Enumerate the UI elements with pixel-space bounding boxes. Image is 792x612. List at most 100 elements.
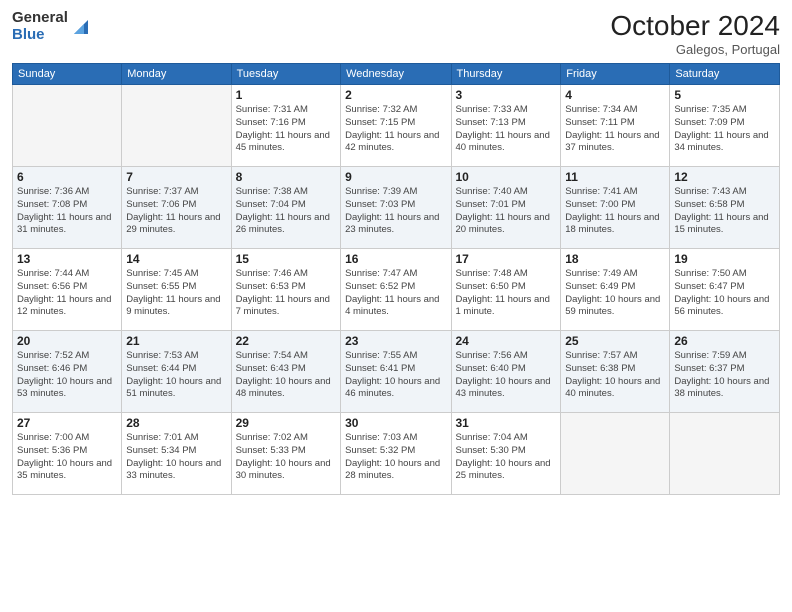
col-sunday: Sunday <box>13 64 122 85</box>
day-number: 30 <box>345 416 446 430</box>
day-number: 8 <box>236 170 337 184</box>
col-friday: Friday <box>561 64 670 85</box>
col-wednesday: Wednesday <box>341 64 451 85</box>
calendar-week-row: 6 Sunrise: 7:36 AM Sunset: 7:08 PM Daylig… <box>13 167 780 249</box>
calendar-cell: 21Sunrise: 7:53 AM Sunset: 6:44 PM Dayli… <box>122 331 231 413</box>
calendar-cell: 16Sunrise: 7:47 AM Sunset: 6:52 PM Dayli… <box>341 249 451 331</box>
day-number: 6 <box>17 170 117 184</box>
day-number: 21 <box>126 334 226 348</box>
calendar-cell: 29 Sunrise: 7:02 AM Sunset: 5:33 PM Dayli… <box>231 413 341 495</box>
calendar-cell <box>670 413 780 495</box>
calendar-cell: 10Sunrise: 7:40 AM Sunset: 7:01 PM Dayli… <box>451 167 561 249</box>
day-number: 4 <box>565 88 665 102</box>
day-info: Sunrise: 7:52 AM Sunset: 6:46 PM Dayligh… <box>17 350 117 401</box>
calendar-cell <box>13 85 122 167</box>
day-number: 23 <box>345 334 446 348</box>
day-number: 13 <box>17 252 117 266</box>
day-number: 1 <box>236 88 337 102</box>
calendar-cell: 23 Sunrise: 7:55 AM Sunset: 6:41 PM Dayli… <box>341 331 451 413</box>
calendar-cell: 27 Sunrise: 7:00 AM Sunset: 5:36 PM Dayli… <box>13 413 122 495</box>
col-saturday: Saturday <box>670 64 780 85</box>
logo: General Blue <box>12 10 92 43</box>
calendar-cell: 19 Sunrise: 7:50 AM Sunset: 6:47 PM Dayli… <box>670 249 780 331</box>
day-info: Sunrise: 7:03 AM Sunset: 5:32 PM Dayligh… <box>345 432 446 483</box>
day-info: Sunrise: 7:37 AM Sunset: 7:06 PM Dayligh… <box>126 186 226 237</box>
day-number: 22 <box>236 334 337 348</box>
calendar-cell: 8 Sunrise: 7:38 AM Sunset: 7:04 PM Daylig… <box>231 167 341 249</box>
page-header: General Blue October 2024 Galegos, Portu… <box>12 10 780 57</box>
calendar-cell: 4 Sunrise: 7:34 AM Sunset: 7:11 PM Daylig… <box>561 85 670 167</box>
calendar-cell: 5Sunrise: 7:35 AM Sunset: 7:09 PM Daylig… <box>670 85 780 167</box>
day-info: Sunrise: 7:44 AM Sunset: 6:56 PM Dayligh… <box>17 268 117 319</box>
day-number: 17 <box>456 252 557 266</box>
logo-general: General <box>12 10 68 27</box>
calendar-cell: 3 Sunrise: 7:33 AM Sunset: 7:13 PM Daylig… <box>451 85 561 167</box>
calendar-cell <box>561 413 670 495</box>
month-title: October 2024 <box>610 10 780 42</box>
logo-text: General Blue <box>12 10 68 43</box>
calendar-cell: 7 Sunrise: 7:37 AM Sunset: 7:06 PM Daylig… <box>122 167 231 249</box>
day-number: 28 <box>126 416 226 430</box>
calendar-cell: 24Sunrise: 7:56 AM Sunset: 6:40 PM Dayli… <box>451 331 561 413</box>
col-tuesday: Tuesday <box>231 64 341 85</box>
calendar-cell: 2Sunrise: 7:32 AM Sunset: 7:15 PM Daylig… <box>341 85 451 167</box>
calendar-cell: 14Sunrise: 7:45 AM Sunset: 6:55 PM Dayli… <box>122 249 231 331</box>
day-number: 27 <box>17 416 117 430</box>
day-number: 3 <box>456 88 557 102</box>
day-info: Sunrise: 7:04 AM Sunset: 5:30 PM Dayligh… <box>456 432 557 483</box>
day-info: Sunrise: 7:38 AM Sunset: 7:04 PM Dayligh… <box>236 186 337 237</box>
col-monday: Monday <box>122 64 231 85</box>
calendar-cell <box>122 85 231 167</box>
day-info: Sunrise: 7:39 AM Sunset: 7:03 PM Dayligh… <box>345 186 446 237</box>
day-number: 12 <box>674 170 775 184</box>
day-info: Sunrise: 7:00 AM Sunset: 5:36 PM Dayligh… <box>17 432 117 483</box>
day-info: Sunrise: 7:54 AM Sunset: 6:43 PM Dayligh… <box>236 350 337 401</box>
day-info: Sunrise: 7:34 AM Sunset: 7:11 PM Dayligh… <box>565 104 665 155</box>
day-number: 7 <box>126 170 226 184</box>
day-info: Sunrise: 7:57 AM Sunset: 6:38 PM Dayligh… <box>565 350 665 401</box>
calendar-header-row: Sunday Monday Tuesday Wednesday Thursday… <box>13 64 780 85</box>
day-number: 19 <box>674 252 775 266</box>
calendar-cell: 6 Sunrise: 7:36 AM Sunset: 7:08 PM Daylig… <box>13 167 122 249</box>
day-number: 25 <box>565 334 665 348</box>
title-section: October 2024 Galegos, Portugal <box>610 10 780 57</box>
day-number: 5 <box>674 88 775 102</box>
day-info: Sunrise: 7:50 AM Sunset: 6:47 PM Dayligh… <box>674 268 775 319</box>
day-info: Sunrise: 7:02 AM Sunset: 5:33 PM Dayligh… <box>236 432 337 483</box>
calendar-week-row: 1Sunrise: 7:31 AM Sunset: 7:16 PM Daylig… <box>13 85 780 167</box>
day-number: 29 <box>236 416 337 430</box>
calendar-cell: 9 Sunrise: 7:39 AM Sunset: 7:03 PM Daylig… <box>341 167 451 249</box>
day-info: Sunrise: 7:47 AM Sunset: 6:52 PM Dayligh… <box>345 268 446 319</box>
calendar-week-row: 13 Sunrise: 7:44 AM Sunset: 6:56 PM Dayli… <box>13 249 780 331</box>
day-number: 15 <box>236 252 337 266</box>
day-number: 9 <box>345 170 446 184</box>
day-info: Sunrise: 7:33 AM Sunset: 7:13 PM Dayligh… <box>456 104 557 155</box>
calendar-cell: 11Sunrise: 7:41 AM Sunset: 7:00 PM Dayli… <box>561 167 670 249</box>
calendar-cell: 18Sunrise: 7:49 AM Sunset: 6:49 PM Dayli… <box>561 249 670 331</box>
day-number: 26 <box>674 334 775 348</box>
calendar-cell: 30 Sunrise: 7:03 AM Sunset: 5:32 PM Dayli… <box>341 413 451 495</box>
day-number: 31 <box>456 416 557 430</box>
day-info: Sunrise: 7:49 AM Sunset: 6:49 PM Dayligh… <box>565 268 665 319</box>
logo-blue: Blue <box>12 27 68 44</box>
calendar-cell: 15 Sunrise: 7:46 AM Sunset: 6:53 PM Dayli… <box>231 249 341 331</box>
day-info: Sunrise: 7:36 AM Sunset: 7:08 PM Dayligh… <box>17 186 117 237</box>
day-info: Sunrise: 7:48 AM Sunset: 6:50 PM Dayligh… <box>456 268 557 319</box>
calendar-cell: 28 Sunrise: 7:01 AM Sunset: 5:34 PM Dayli… <box>122 413 231 495</box>
location: Galegos, Portugal <box>610 42 780 57</box>
calendar-cell: 20 Sunrise: 7:52 AM Sunset: 6:46 PM Dayli… <box>13 331 122 413</box>
col-thursday: Thursday <box>451 64 561 85</box>
calendar-week-row: 20 Sunrise: 7:52 AM Sunset: 6:46 PM Dayli… <box>13 331 780 413</box>
day-info: Sunrise: 7:55 AM Sunset: 6:41 PM Dayligh… <box>345 350 446 401</box>
calendar-cell: 1Sunrise: 7:31 AM Sunset: 7:16 PM Daylig… <box>231 85 341 167</box>
day-info: Sunrise: 7:59 AM Sunset: 6:37 PM Dayligh… <box>674 350 775 401</box>
day-number: 20 <box>17 334 117 348</box>
day-info: Sunrise: 7:46 AM Sunset: 6:53 PM Dayligh… <box>236 268 337 319</box>
calendar-cell: 22 Sunrise: 7:54 AM Sunset: 6:43 PM Dayli… <box>231 331 341 413</box>
day-number: 11 <box>565 170 665 184</box>
day-number: 24 <box>456 334 557 348</box>
day-info: Sunrise: 7:40 AM Sunset: 7:01 PM Dayligh… <box>456 186 557 237</box>
day-info: Sunrise: 7:43 AM Sunset: 6:58 PM Dayligh… <box>674 186 775 237</box>
calendar-table: Sunday Monday Tuesday Wednesday Thursday… <box>12 63 780 495</box>
day-info: Sunrise: 7:01 AM Sunset: 5:34 PM Dayligh… <box>126 432 226 483</box>
